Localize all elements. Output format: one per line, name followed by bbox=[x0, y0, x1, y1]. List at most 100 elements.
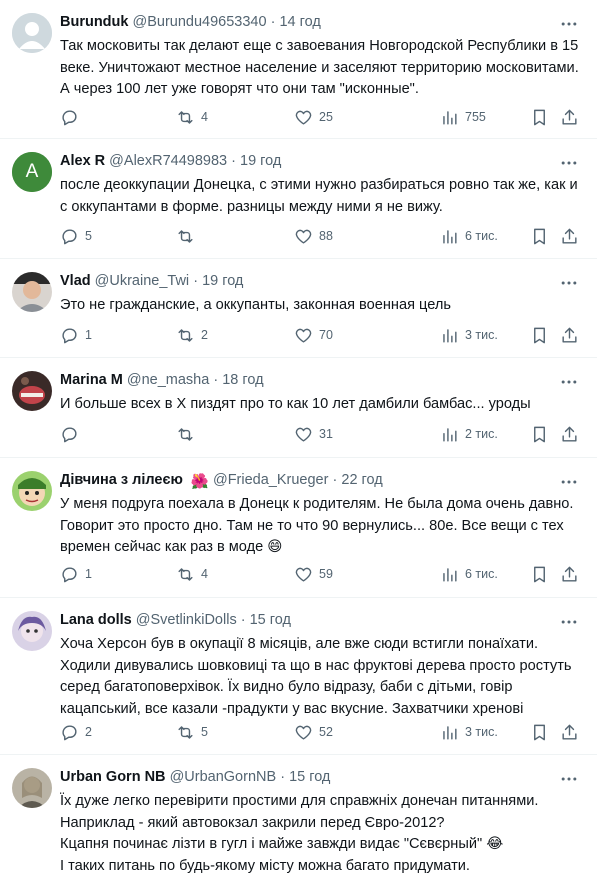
reply-icon bbox=[62, 109, 77, 125]
views-button[interactable]: 3 тис. bbox=[440, 324, 498, 346]
like-button[interactable]: 25 bbox=[294, 106, 333, 128]
reply-button[interactable]: 1 bbox=[60, 324, 92, 346]
like-button[interactable]: 52 bbox=[294, 721, 333, 743]
views-button[interactable]: 6 тис. bbox=[440, 225, 498, 247]
author-name[interactable]: Lana dolls bbox=[60, 612, 132, 628]
author-handle[interactable]: @UrbanGornNB bbox=[170, 769, 277, 785]
retweet-button[interactable] bbox=[176, 423, 201, 445]
avatar[interactable]: A bbox=[12, 152, 52, 192]
author-name[interactable]: Alex R bbox=[60, 153, 105, 169]
tweet-burunduk[interactable]: Burunduk @Burundu49653340 · 14 год Так м… bbox=[0, 0, 597, 139]
share-button[interactable] bbox=[560, 563, 579, 585]
tweet-lana-dolls[interactable]: Lana dolls @SvetlinkiDolls · 15 год Хоча… bbox=[0, 598, 597, 755]
like-button[interactable]: 59 bbox=[294, 563, 333, 585]
views-button[interactable]: 755 bbox=[440, 106, 486, 128]
bookmark-button[interactable] bbox=[530, 423, 549, 445]
timestamp[interactable]: 15 год bbox=[250, 612, 291, 628]
retweet-button[interactable]: 4 bbox=[176, 106, 208, 128]
more-icon[interactable] bbox=[559, 472, 579, 492]
action-bar: 1 4 59 6 тис. bbox=[60, 563, 583, 585]
share-button[interactable] bbox=[560, 324, 579, 346]
tweet-divchyna[interactable]: Дівчина з лілеєю 🌺 @Frieda_Krueger · 22 … bbox=[0, 458, 597, 598]
author-handle[interactable]: @Frieda_Krueger bbox=[213, 472, 328, 488]
like-button[interactable]: 88 bbox=[294, 225, 333, 247]
views-button[interactable]: 2 тис. bbox=[440, 423, 498, 445]
separator-dot: · bbox=[280, 769, 286, 785]
avatar[interactable] bbox=[12, 272, 52, 312]
timestamp[interactable]: 22 год bbox=[341, 472, 382, 488]
retweet-button[interactable]: 5 bbox=[176, 721, 208, 743]
views-button[interactable]: 3 тис. bbox=[440, 721, 498, 743]
timestamp[interactable]: 19 год bbox=[240, 153, 281, 169]
reply-icon bbox=[62, 327, 77, 343]
retweet-icon bbox=[178, 427, 193, 441]
like-button[interactable]: 70 bbox=[294, 324, 333, 346]
more-icon[interactable] bbox=[559, 273, 579, 293]
reply-button[interactable]: 2 bbox=[60, 721, 92, 743]
author-handle[interactable]: @Burundu49653340 bbox=[133, 14, 267, 30]
bookmark-button[interactable] bbox=[530, 324, 549, 346]
share-icon bbox=[562, 228, 577, 244]
share-button[interactable] bbox=[560, 423, 579, 445]
share-button[interactable] bbox=[560, 225, 579, 247]
reply-icon bbox=[62, 724, 77, 740]
author-handle[interactable]: @SvetlinkiDolls bbox=[136, 612, 237, 628]
action-bar: 2 5 52 3 тис. bbox=[60, 721, 583, 743]
avatar[interactable] bbox=[12, 471, 52, 511]
share-icon bbox=[562, 327, 577, 343]
tweet-urban-gorn[interactable]: Urban Gorn NB @UrbanGornNB · 15 год Їх д… bbox=[0, 755, 597, 883]
retweet-button[interactable] bbox=[176, 225, 201, 247]
timestamp[interactable]: 19 год bbox=[202, 273, 243, 289]
more-icon[interactable] bbox=[559, 769, 579, 789]
like-count: 70 bbox=[319, 328, 333, 342]
tweet-marina-m[interactable]: Marina M @ne_masha · 18 год И больше все… bbox=[0, 358, 597, 458]
author-name[interactable]: Urban Gorn NB bbox=[60, 769, 166, 785]
views-icon bbox=[443, 567, 457, 582]
bookmark-button[interactable] bbox=[530, 106, 549, 128]
views-button[interactable]: 6 тис. bbox=[440, 563, 498, 585]
more-icon[interactable] bbox=[559, 372, 579, 392]
more-icon[interactable] bbox=[559, 14, 579, 34]
share-button[interactable] bbox=[560, 721, 579, 743]
bookmark-icon bbox=[534, 566, 545, 582]
reply-button[interactable] bbox=[60, 423, 85, 445]
tweet-vlad[interactable]: Vlad @Ukraine_Twi · 19 год Это не гражда… bbox=[0, 259, 597, 358]
timestamp[interactable]: 14 год bbox=[279, 14, 320, 30]
avatar[interactable] bbox=[12, 371, 52, 411]
tweet-header: Marina M @ne_masha · 18 год bbox=[60, 369, 553, 391]
bookmark-button[interactable] bbox=[530, 563, 549, 585]
avatar[interactable] bbox=[12, 768, 52, 808]
like-icon bbox=[295, 229, 312, 244]
avatar[interactable] bbox=[12, 13, 52, 53]
timestamp[interactable]: 15 год bbox=[289, 769, 330, 785]
reply-button[interactable] bbox=[60, 106, 85, 128]
reply-button[interactable]: 5 bbox=[60, 225, 92, 247]
author-handle[interactable]: @AlexR74498983 bbox=[109, 153, 227, 169]
more-icon[interactable] bbox=[559, 153, 579, 173]
reply-button[interactable]: 1 bbox=[60, 563, 92, 585]
like-button[interactable]: 31 bbox=[294, 423, 333, 445]
share-button[interactable] bbox=[560, 106, 579, 128]
author-name[interactable]: Дівчина з лілеєю bbox=[60, 472, 183, 488]
retweet-count: 4 bbox=[201, 567, 208, 581]
more-icon[interactable] bbox=[559, 612, 579, 632]
action-bar: 5 88 6 тис. bbox=[60, 225, 583, 247]
views-count: 755 bbox=[465, 110, 486, 124]
tweet-alex-r[interactable]: A Alex R @AlexR74498983 · 19 год после д… bbox=[0, 139, 597, 259]
bookmark-button[interactable] bbox=[530, 225, 549, 247]
retweet-button[interactable]: 4 bbox=[176, 563, 208, 585]
retweet-button[interactable]: 2 bbox=[176, 324, 208, 346]
author-handle[interactable]: @Ukraine_Twi bbox=[95, 273, 190, 289]
author-name[interactable]: Vlad bbox=[60, 273, 91, 289]
bookmark-button[interactable] bbox=[530, 721, 549, 743]
author-name[interactable]: Marina M bbox=[60, 372, 123, 388]
bookmark-icon bbox=[534, 109, 545, 125]
views-count: 3 тис. bbox=[465, 328, 498, 342]
author-name[interactable]: Burunduk bbox=[60, 14, 128, 30]
timestamp[interactable]: 18 год bbox=[222, 372, 263, 388]
author-handle[interactable]: @ne_masha bbox=[127, 372, 209, 388]
views-icon bbox=[443, 427, 457, 442]
tweet-header: Burunduk @Burundu49653340 · 14 год bbox=[60, 11, 553, 33]
like-icon bbox=[295, 328, 312, 343]
avatar[interactable] bbox=[12, 611, 52, 651]
